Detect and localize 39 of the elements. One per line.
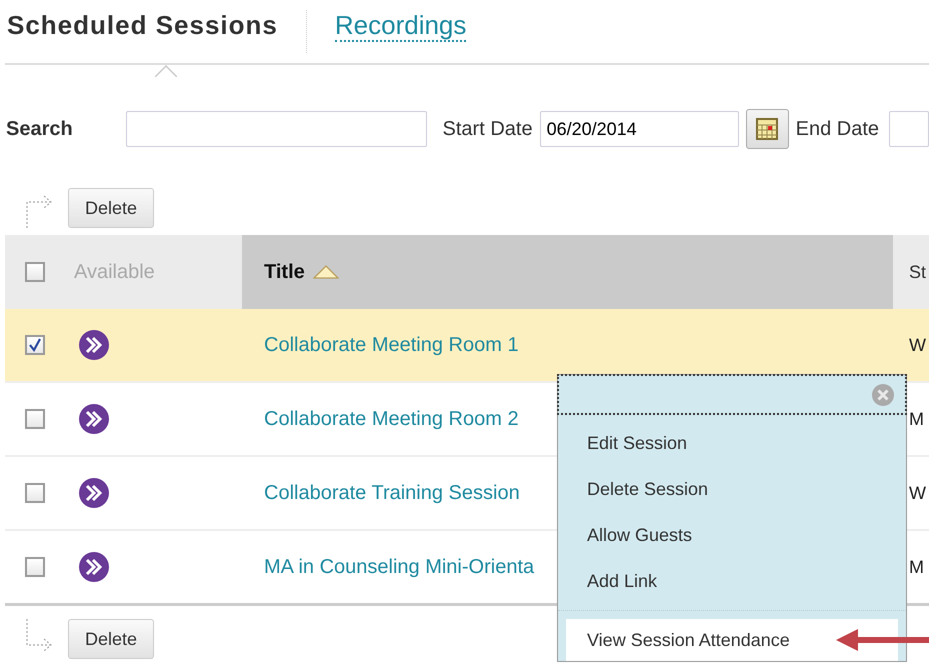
menu-item[interactable]: Delete Session xyxy=(558,466,906,512)
close-icon[interactable] xyxy=(871,382,895,406)
forward-icon xyxy=(78,403,110,435)
table-cell: W xyxy=(909,482,926,504)
table-cell: M xyxy=(909,408,924,430)
forward-icon xyxy=(78,477,110,509)
menu-item[interactable]: Edit Session xyxy=(558,420,906,466)
delete-button[interactable]: Delete xyxy=(68,619,154,659)
session-title-link[interactable]: Collaborate Meeting Room 2 xyxy=(264,408,519,430)
tab-pointer-icon xyxy=(155,65,177,77)
end-date-field[interactable] xyxy=(889,111,929,147)
checkbox[interactable] xyxy=(25,409,45,429)
column-header[interactable]: Title xyxy=(264,260,305,284)
checkbox[interactable] xyxy=(25,483,45,503)
search-label: Search xyxy=(6,118,74,140)
menu-item[interactable]: Add Link xyxy=(558,558,906,604)
menu-item[interactable]: View Session Attendance xyxy=(566,619,898,661)
checkbox[interactable] xyxy=(25,262,45,282)
column-header[interactable]: St xyxy=(909,262,926,282)
tab[interactable]: Scheduled Sessions xyxy=(5,10,306,53)
end-date-label: End Date xyxy=(796,118,880,140)
menu-item[interactable]: Allow Guests xyxy=(558,512,906,558)
forward-icon xyxy=(78,551,110,583)
tab[interactable]: Recordings xyxy=(306,10,494,53)
session-title-link[interactable]: Collaborate Training Session xyxy=(264,482,520,504)
forward-icon xyxy=(78,329,110,361)
delete-button[interactable]: Delete xyxy=(68,188,154,228)
start-date-label: Start Date xyxy=(442,118,533,140)
checkbox[interactable] xyxy=(25,557,45,577)
session-title-link[interactable]: MA in Counseling Mini-Orienta xyxy=(264,556,534,578)
calendar-button[interactable] xyxy=(746,109,789,149)
sort-up-icon[interactable] xyxy=(312,265,339,279)
table-cell: W xyxy=(909,334,926,356)
calendar-icon xyxy=(755,117,780,141)
table-cell: M xyxy=(909,556,924,578)
start-date-field[interactable]: 06/20/2014 xyxy=(540,111,739,147)
session-title-link[interactable]: Collaborate Meeting Room 1 xyxy=(264,334,519,356)
checkbox[interactable] xyxy=(25,335,45,355)
search-field[interactable] xyxy=(126,111,427,147)
